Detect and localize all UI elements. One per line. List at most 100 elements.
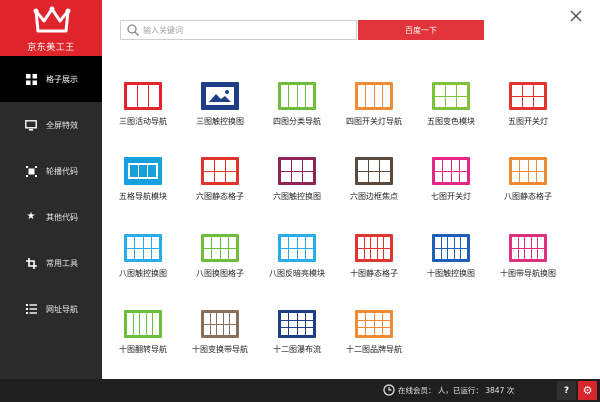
tile-item[interactable]: 六图静态格子 <box>187 157 253 202</box>
thumbnail-grid <box>358 313 390 335</box>
thumbnail-cell <box>459 171 467 182</box>
thumbnail-cell <box>525 248 531 259</box>
tile-item[interactable]: 十图带导航换图 <box>495 234 561 279</box>
thumbnail-grid <box>281 237 313 259</box>
thumbnail-cell <box>448 237 454 248</box>
thumbnail-cell <box>204 160 214 171</box>
online-status-text: 在线会员： 人，已运行： 3847 次 <box>398 386 515 395</box>
tile-item[interactable]: 十图静态格子 <box>341 234 407 279</box>
thumbnail-cell <box>377 248 384 259</box>
thumbnail-cell <box>448 248 454 259</box>
thumbnail-grid <box>435 160 467 182</box>
sidebar-item-label: 格子展示 <box>46 74 78 84</box>
tile-item[interactable]: 五格导航模块 <box>110 157 176 202</box>
tile-item[interactable]: 十二图瀑布流 <box>264 310 330 355</box>
sidebar-item-other-code[interactable]: ★ 其他代码 <box>0 194 102 240</box>
thumbnail-cell <box>523 85 533 96</box>
thumbnail-cell <box>204 237 212 248</box>
sidebar-item-common-tools[interactable]: 常用工具 <box>0 240 102 286</box>
tile-item[interactable]: 八图换图格子 <box>187 234 253 279</box>
tile-label: 十二图品牌导航 <box>346 345 402 354</box>
thumbnail-cell <box>459 160 467 171</box>
thumbnail-cell <box>204 248 212 259</box>
gear-icon: ⚙ <box>582 384 593 397</box>
baidu-search-button[interactable]: 百度一下 <box>358 20 484 40</box>
thumbnail-cell <box>143 248 151 259</box>
thumbnail-cell <box>377 237 384 248</box>
sidebar-item-grid-showcase[interactable]: 格子展示 <box>0 56 109 102</box>
eight-grid-icon <box>278 234 316 262</box>
thumbnail-cell <box>369 160 379 171</box>
ten-grid-icon <box>432 234 470 262</box>
five-panel-icon <box>509 82 547 110</box>
tile-label: 五格导航模块 <box>119 192 167 201</box>
thumbnail-cell <box>518 237 525 248</box>
tile-item[interactable]: 五图变色模块 <box>418 82 484 127</box>
thumbnail-grid <box>127 237 159 259</box>
thumbnail-cell <box>461 248 467 259</box>
thumbnail-cell <box>538 237 544 248</box>
tile-item[interactable]: 八图静态格子 <box>495 157 561 202</box>
app-logo: 京东美工王 <box>0 0 102 56</box>
thumbnail-cell <box>127 313 133 335</box>
thumbnail-grid <box>435 85 467 107</box>
thumbnail-cell <box>281 237 289 248</box>
close-icon[interactable] <box>568 8 584 24</box>
thumbnail-cell <box>369 171 379 182</box>
help-button[interactable]: ? <box>557 381 576 400</box>
tile-item[interactable]: 八图触控换图 <box>110 234 176 279</box>
tile-item[interactable]: 四图开关灯导航 <box>341 82 407 127</box>
tile-item[interactable]: 十图翻转导航 <box>110 310 176 355</box>
tile-item[interactable]: 十图触控换图 <box>418 234 484 279</box>
thumbnail-cell <box>366 85 374 107</box>
twelve-grid-icon <box>355 310 393 338</box>
tile-item[interactable]: 八图反暗亮模块 <box>264 234 330 279</box>
tile-item[interactable]: 六图触控换图 <box>264 157 330 202</box>
thumbnail-cell <box>230 324 236 335</box>
thumbnail-cell <box>534 85 544 96</box>
image-slider-icon <box>201 82 239 110</box>
tile-item[interactable]: 十图变换带导航 <box>187 310 253 355</box>
tile-label: 十图静态格子 <box>350 269 398 278</box>
tile-label: 八图反暗亮模块 <box>269 269 325 278</box>
sidebar-item-url-nav[interactable]: 网址导航 <box>0 286 102 332</box>
tile-item[interactable]: 十二图品牌导航 <box>341 310 407 355</box>
search-input[interactable] <box>143 22 356 38</box>
thumbnail-grid <box>204 313 236 335</box>
thumbnail-cell <box>149 85 159 107</box>
thumbnail-cell <box>451 160 459 171</box>
help-icon: ? <box>563 385 570 396</box>
crop-tool-icon <box>25 257 37 269</box>
tile-item[interactable]: 三图触控换图 <box>187 82 253 127</box>
thumbnail-cell <box>281 171 291 182</box>
thumbnail-cell <box>523 96 533 107</box>
thumbnail-cell <box>127 85 137 107</box>
thumbnail-cell <box>281 85 289 107</box>
thumbnail-cell <box>230 313 236 324</box>
thumbnail-cell <box>443 171 451 182</box>
six-grid-icon <box>201 157 239 185</box>
thumbnail-cell <box>297 248 305 259</box>
thumbnail-cell <box>153 313 159 335</box>
settings-button[interactable]: ⚙ <box>578 381 597 400</box>
tile-item[interactable]: 四图分类导航 <box>264 82 330 127</box>
thumbnail-cell <box>446 96 456 107</box>
tile-item[interactable]: 七图开关灯 <box>418 157 484 202</box>
thumbnail-cell <box>366 313 374 320</box>
sidebar-item-fullscreen-effects[interactable]: 全屏特效 <box>0 102 102 148</box>
thumbnail-cell <box>528 171 536 182</box>
sidebar-item-carousel-code[interactable]: 轮播代码 <box>0 148 102 194</box>
tile-item[interactable]: 六图边框焦点 <box>341 157 407 202</box>
tile-item[interactable]: 五图开关灯 <box>495 82 561 127</box>
thumbnail-cell <box>384 237 390 248</box>
thumbnail-cell <box>281 160 291 171</box>
thumbnail-cell <box>512 85 522 96</box>
tile-label: 三图触控换图 <box>196 117 244 126</box>
thumbnail-cell <box>435 85 445 96</box>
thumbnail-cell <box>512 96 522 107</box>
thumbnail-cell <box>289 237 297 248</box>
tile-label: 八图触控换图 <box>119 269 167 278</box>
thumbnail-cell <box>226 160 236 171</box>
tile-label: 五图变色模块 <box>427 117 475 126</box>
tile-item[interactable]: 三图活动导航 <box>110 82 176 127</box>
